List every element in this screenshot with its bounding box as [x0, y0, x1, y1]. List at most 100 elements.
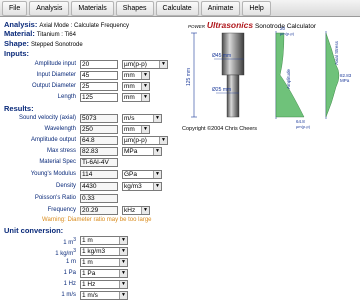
output-diameter-label: Ø25 mm [212, 87, 231, 93]
unit-conversion-heading: Unit conversion: [4, 226, 64, 235]
conversion-label: 1 Pa [63, 270, 76, 276]
conversion-select-frequency[interactable]: 1 Hz ▼ [80, 280, 128, 289]
menu-calculate[interactable]: Calculate [155, 0, 199, 16]
result-label: Sound velocity (axial) [18, 115, 76, 121]
results-heading: Results: [4, 104, 34, 113]
result-label: Material Spec [39, 159, 76, 165]
input-diameter-unit-select[interactable]: mm ▼ [122, 71, 150, 80]
result-label: Frequency [47, 207, 76, 213]
output-diameter-unit-select[interactable]: mm ▼ [122, 82, 150, 91]
shape-value: Stepped Sonotrode [30, 42, 83, 48]
chevron-down-icon: ▼ [141, 72, 149, 79]
chevron-down-icon: ▼ [153, 183, 161, 190]
chevron-down-icon: ▼ [159, 137, 167, 144]
select-value: kg/m3 [124, 183, 142, 190]
result-label: Young's Modulus [30, 171, 76, 177]
density-unit-select[interactable]: kg/m3 ▼ [122, 182, 162, 191]
menu-analysis[interactable]: Analysis [29, 0, 70, 16]
sonotrode-diagram: 125 mm Ø45 mm Ø25 mm 20 µm(p-p) Amplitud… [186, 26, 352, 129]
input-label: Length [57, 94, 76, 100]
select-value: kHz [124, 207, 136, 214]
density-value: 4430 [80, 182, 118, 191]
length-dimension-label: 125 mm [186, 68, 192, 86]
select-value: 1 Hz [82, 281, 96, 288]
chevron-down-icon: ▼ [141, 207, 149, 214]
chevron-down-icon: ▼ [119, 270, 127, 277]
menu-help[interactable]: Help [242, 0, 271, 16]
select-value: 1 m [82, 259, 93, 266]
result-label: Amplitude output [30, 137, 76, 143]
chevron-down-icon: ▼ [141, 126, 149, 133]
amp-in-unit: µm(p-p) [280, 31, 295, 36]
menu-file[interactable]: File [2, 0, 28, 16]
amplitude-axis-label: Amplitude [286, 69, 291, 90]
output-diameter-field[interactable]: 25 [80, 82, 118, 91]
result-label: Density [55, 183, 76, 189]
chevron-down-icon: ▼ [159, 61, 167, 68]
chevron-down-icon: ▼ [153, 148, 161, 155]
chevron-down-icon: ▼ [141, 83, 149, 90]
chevron-down-icon: ▼ [153, 171, 161, 178]
shape-label: Shape: [4, 39, 30, 48]
material-spec-value: Ti-6Al-4V [80, 158, 118, 167]
stress-unit: MPa [340, 78, 350, 83]
warning-message: Warning: Diameter ratio may be too large [42, 217, 152, 223]
conversion-sup: 3 [73, 248, 76, 254]
chevron-down-icon: ▼ [119, 281, 127, 288]
select-value: MPa [124, 148, 138, 155]
conversion-select-pressure[interactable]: 1 Pa ▼ [80, 269, 128, 278]
conversion-select-volume[interactable]: 1 m ▼ [80, 236, 128, 245]
sonotrode-output-section [226, 74, 240, 118]
select-value: 1 kg/m3 [82, 248, 106, 255]
sound-velocity-unit-select[interactable]: m/s ▼ [122, 114, 162, 123]
wavelength-value: 250 [80, 125, 118, 134]
select-value: µm(p-p) [124, 137, 147, 144]
chevron-down-icon: ▼ [153, 115, 161, 122]
frequency-unit-select[interactable]: kHz ▼ [122, 206, 150, 215]
select-value: µm(p-p) [124, 61, 147, 68]
copyright-text: Copyright ©2004 Chris Cheers [182, 126, 257, 132]
amplitude-input-field[interactable]: 20 [80, 60, 118, 69]
input-diameter-field[interactable]: 45 [80, 71, 118, 80]
result-label: Wavelength [44, 126, 76, 132]
menu-shapes[interactable]: Shapes [115, 0, 154, 16]
length-field[interactable]: 125 [80, 93, 118, 102]
conversion-label: 1 m/s [61, 292, 76, 298]
conversion-label-text: 1 m [63, 240, 74, 246]
input-diameter-label: Ø45 mm [212, 53, 231, 59]
menu-animate[interactable]: Animate [200, 0, 241, 16]
max-stress-unit-select[interactable]: MPa ▼ [122, 147, 162, 156]
select-value: 1 m/s [82, 292, 98, 299]
wavelength-unit-select[interactable]: mm ▼ [122, 125, 150, 134]
youngs-modulus-unit-select[interactable]: GPa ▼ [122, 170, 162, 179]
input-label: Amplitude input [34, 61, 76, 67]
poissons-ratio-value: 0.33 [80, 194, 118, 203]
conversion-select-density[interactable]: 1 kg/m3 ▼ [80, 247, 128, 256]
menu-bar: File Analysis Materials Shapes Calculate… [0, 0, 360, 17]
amp-out-unit: µm(p-p) [296, 124, 311, 129]
select-value: mm [124, 72, 135, 79]
chevron-down-icon: ▼ [119, 292, 127, 299]
chevron-down-icon: ▼ [141, 94, 149, 101]
inputs-heading: Inputs: [4, 49, 29, 58]
amplitude-unit-select[interactable]: µm(p-p) ▼ [122, 60, 168, 69]
result-label: Poisson's Ratio [34, 195, 76, 201]
menu-materials[interactable]: Materials [71, 0, 114, 16]
select-value: 1 Pa [82, 270, 96, 277]
select-value: 1 m [82, 237, 93, 244]
select-value: GPa [124, 171, 138, 178]
material-label: Material: [4, 29, 35, 38]
length-unit-select[interactable]: mm ▼ [122, 93, 150, 102]
analysis-value: Axial Mode : Calculate Frequency [39, 23, 130, 29]
max-stress-value: 82.83 [80, 147, 118, 156]
chevron-down-icon: ▼ [119, 259, 127, 266]
shape-line: Shape: Stepped Sonotrode [4, 40, 83, 49]
select-value: mm [124, 126, 135, 133]
youngs-modulus-value: 114 [80, 170, 118, 179]
amplitude-output-unit-select[interactable]: µm(p-p) ▼ [122, 136, 168, 145]
conversion-select-velocity[interactable]: 1 m/s ▼ [80, 291, 128, 300]
chevron-down-icon: ▼ [119, 248, 127, 255]
select-value: mm [124, 83, 135, 90]
conversion-select-length[interactable]: 1 m ▼ [80, 258, 128, 267]
conversion-sup: 3 [73, 237, 76, 243]
